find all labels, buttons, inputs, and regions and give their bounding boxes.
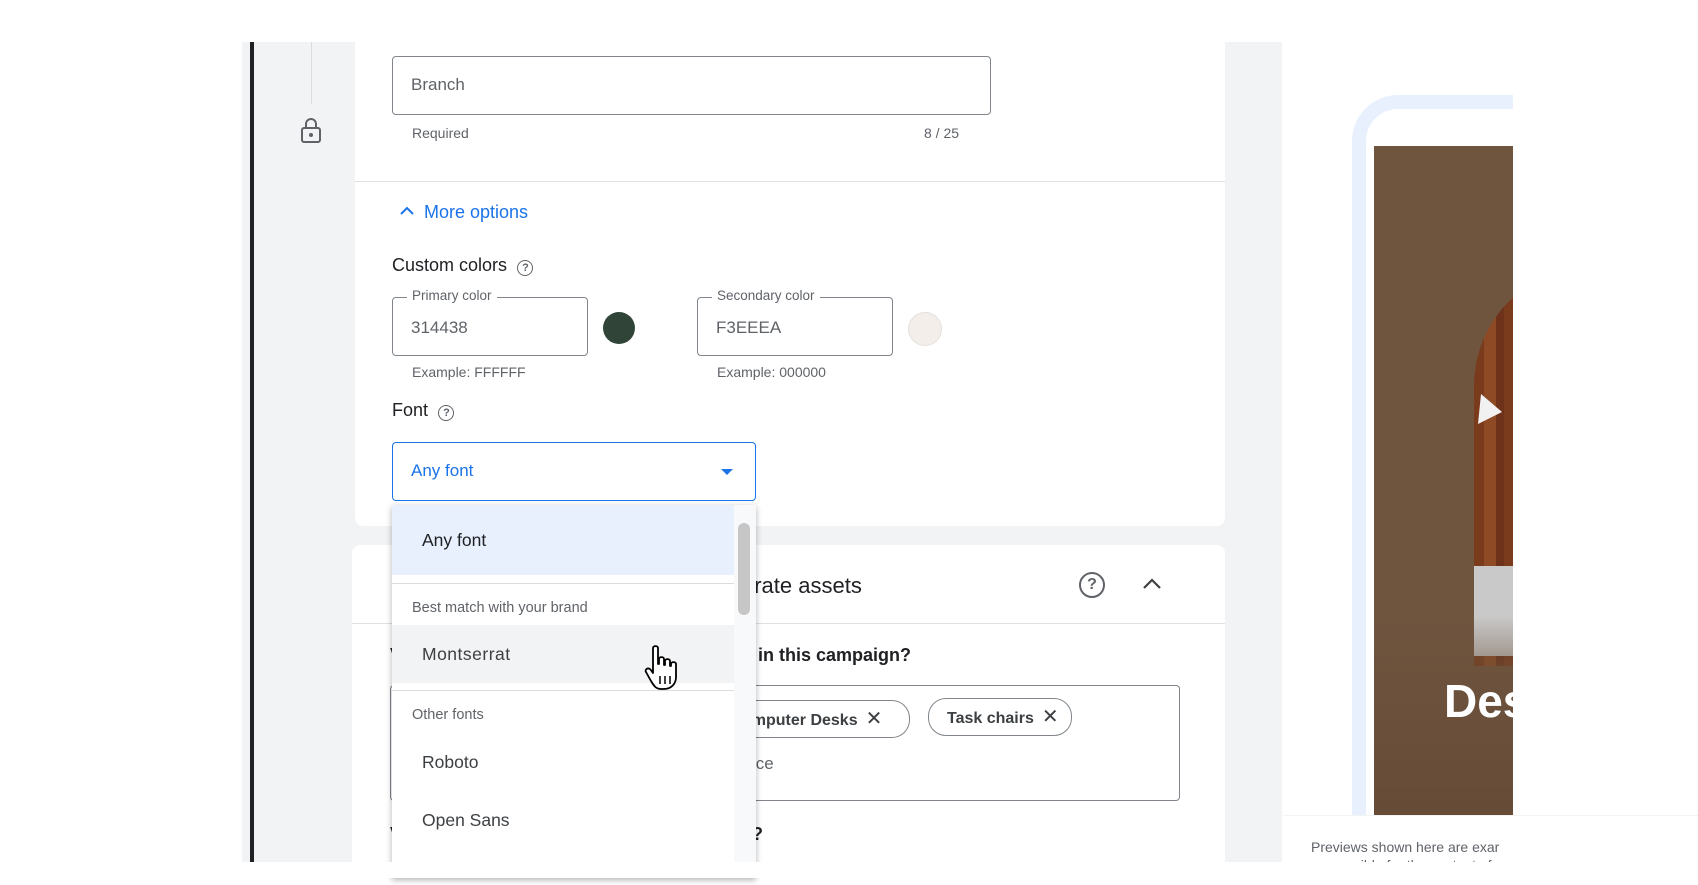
- secondary-color-field[interactable]: F3EEEA: [697, 297, 893, 356]
- more-options-label: More options: [424, 202, 529, 222]
- close-icon[interactable]: ✕: [866, 708, 883, 730]
- font-label: Font: [392, 400, 429, 420]
- disclaimer-line: Previews shown here are exar: [1311, 839, 1500, 855]
- font-select-value: Any font: [411, 461, 474, 480]
- font-option-label: Open Sans: [422, 810, 510, 830]
- menu-divider: [392, 583, 734, 584]
- business-name-field[interactable]: Branch: [392, 56, 991, 115]
- panel-left-border: [250, 42, 254, 870]
- bottom-margin: [0, 862, 1698, 878]
- font-option-label: Montserrat: [422, 644, 511, 664]
- chip-label: omputer Desks: [742, 712, 858, 729]
- font-option-any-font[interactable]: Any font: [392, 505, 734, 575]
- primary-color-field[interactable]: 314438: [392, 297, 588, 356]
- font-option-open-sans[interactable]: Open Sans: [392, 791, 734, 849]
- close-icon[interactable]: ✕: [1042, 706, 1059, 728]
- secondary-color-swatch: [908, 312, 942, 346]
- font-option-roboto[interactable]: Roboto: [392, 733, 734, 791]
- menu-scrollbar-thumb[interactable]: [738, 523, 750, 615]
- chevron-up-icon: [400, 206, 414, 215]
- question-1: g in this campaign?: [742, 645, 912, 665]
- font-dropdown-menu: Any font Best match with your brand Mont…: [392, 505, 756, 878]
- chip-computer-desks[interactable]: omputer Desks ✕: [738, 700, 910, 738]
- business-name-counter: 8 / 25: [924, 125, 960, 141]
- progress-rail: [311, 42, 312, 104]
- lock-icon: [301, 118, 321, 143]
- secondary-color-example: Example: 000000: [717, 364, 826, 380]
- primary-color-label: Primary color: [407, 288, 497, 303]
- business-name-helper: Required: [412, 125, 469, 141]
- secondary-color-label: Secondary color: [712, 288, 820, 303]
- other-fonts-header: Other fonts: [412, 707, 484, 723]
- best-match-header: Best match with your brand: [412, 600, 588, 616]
- help-icon[interactable]: ?: [517, 260, 534, 276]
- business-name-value: Branch: [411, 75, 465, 94]
- chip-label: Task chairs: [947, 710, 1034, 727]
- chip-task-chairs[interactable]: Task chairs ✕: [928, 698, 1072, 736]
- chevron-up-icon[interactable]: [1140, 572, 1164, 596]
- dropdown-arrow-icon: [721, 469, 733, 475]
- right-margin: [1513, 0, 1698, 878]
- secondary-color-value: F3EEEA: [716, 318, 782, 337]
- custom-colors-heading: Custom colors ?: [392, 255, 534, 276]
- custom-colors-label: Custom colors: [392, 255, 508, 275]
- font-select[interactable]: Any font: [392, 442, 756, 501]
- primary-color-swatch: [603, 312, 635, 344]
- font-option-label: Roboto: [422, 752, 479, 772]
- section-divider: [355, 181, 1225, 182]
- help-icon[interactable]: ?: [438, 405, 455, 421]
- primary-color-value: 314438: [411, 318, 468, 337]
- font-option-label: Any font: [422, 530, 487, 550]
- hand-cursor-icon: [644, 645, 677, 690]
- primary-color-example: Example: FFFFFF: [412, 364, 526, 380]
- help-icon[interactable]: ?: [1079, 572, 1105, 598]
- font-heading: Font ?: [392, 400, 455, 421]
- generate-assets-title: erate assets: [742, 573, 862, 598]
